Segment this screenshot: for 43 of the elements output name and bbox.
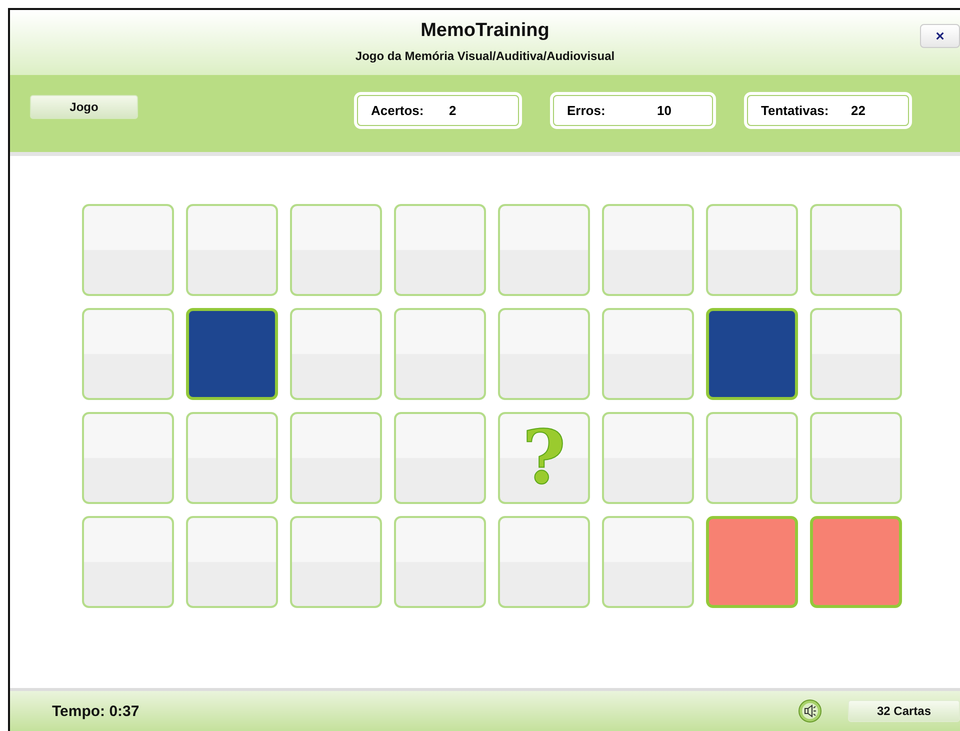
question-mark: ? (522, 421, 566, 495)
card-back[interactable] (82, 412, 174, 504)
card-back[interactable] (394, 516, 486, 608)
card-face[interactable] (186, 308, 278, 400)
card-back[interactable] (706, 204, 798, 296)
window-subtitle: Jogo da Memória Visual/Auditiva/Audiovisual (355, 49, 615, 63)
stat-value: 10 (657, 103, 672, 118)
card-back[interactable] (602, 412, 694, 504)
card-back[interactable] (602, 516, 694, 608)
card-back[interactable] (290, 516, 382, 608)
menu-button[interactable]: Jogo (30, 95, 138, 119)
card-back[interactable] (82, 516, 174, 608)
card-back[interactable] (186, 204, 278, 296)
stat-label: Acertos: (371, 103, 425, 118)
card-back[interactable] (498, 516, 590, 608)
card-back[interactable] (602, 204, 694, 296)
window-title: MemoTraining (420, 20, 550, 42)
card-back[interactable] (186, 516, 278, 608)
card-back[interactable] (290, 204, 382, 296)
card-back[interactable] (810, 204, 902, 296)
card-back[interactable] (498, 204, 590, 296)
card-back[interactable] (290, 308, 382, 400)
card-back[interactable] (186, 412, 278, 504)
card-back[interactable] (82, 308, 174, 400)
card-back[interactable] (394, 308, 486, 400)
card-face[interactable] (706, 308, 798, 400)
close-button[interactable]: × (920, 24, 960, 48)
card-back[interactable] (394, 412, 486, 504)
card-back[interactable] (602, 308, 694, 400)
card-back[interactable] (82, 204, 174, 296)
time-label: Tempo: 0:37 (52, 702, 140, 720)
card-back[interactable] (290, 412, 382, 504)
card-back[interactable] (810, 308, 902, 400)
stat-label: Erros: (567, 103, 606, 118)
card-back[interactable] (810, 412, 902, 504)
stat-value: 22 (851, 103, 866, 118)
stat-label: Tentativas: (761, 103, 830, 118)
card-back[interactable] (394, 204, 486, 296)
stat-value: 2 (449, 103, 456, 118)
card-back[interactable] (706, 412, 798, 504)
cards-count-button[interactable]: 32 Cartas (848, 700, 960, 722)
card-back[interactable] (498, 308, 590, 400)
speaker-icon[interactable] (798, 699, 822, 723)
